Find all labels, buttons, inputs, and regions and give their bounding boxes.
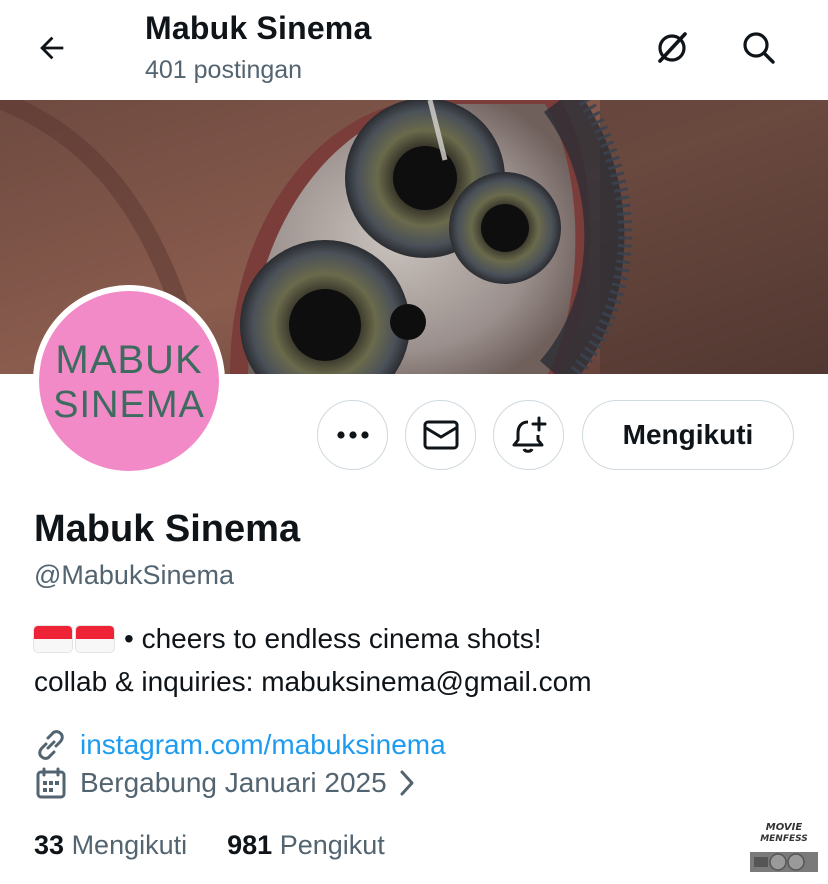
following-button[interactable]: Mengikuti [582,400,794,470]
more-options-button[interactable] [317,400,388,470]
followers-count: 981 [227,830,273,860]
search-button[interactable] [735,24,783,72]
bio-line-2: collab & inquiries: mabuksinema@gmail.co… [34,666,592,697]
grok-button[interactable] [648,24,696,72]
profile-avatar[interactable]: MABUK SINEMA [33,285,225,477]
calendar-icon [34,766,68,800]
link-icon [34,728,68,762]
following-stat[interactable]: 33 Mengikuti [34,830,187,861]
following-label: Mengikuti [71,830,188,860]
back-arrow-icon [40,36,64,60]
profile-stats: 33 Mengikuti 981 Pengikut [34,830,425,861]
chevron-right-icon [399,769,415,797]
envelope-icon [423,420,458,450]
indonesia-flag-icon [76,626,114,652]
header-title: Mabuk Sinema [145,10,372,46]
singapore-flag-icon [34,626,72,652]
back-button[interactable] [30,26,74,70]
bell-plus-icon [512,416,546,453]
bio-line-1: • cheers to endless cinema shots! [34,623,542,655]
bio-text-1: • cheers to endless cinema shots! [124,623,542,654]
message-button[interactable] [405,400,476,470]
header-post-count: 401 postingan [145,56,303,84]
avatar-logo: MABUK SINEMA [39,291,219,471]
movie-menfess-watermark: MOVIE MENFESS [748,810,820,876]
profile-link-row: instagram.com/mabuksinema [34,728,446,762]
profile-header: Mabuk Sinema 401 postingan [0,0,828,100]
watermark-line2: MENFESS [760,834,808,844]
watermark-line1: MOVIE [766,822,803,833]
profile-name: Mabuk Sinema [34,508,301,550]
notify-button[interactable] [493,400,564,470]
join-date-row[interactable]: Bergabung Januari 2025 [34,766,415,800]
avatar-text-line1: MABUK [55,338,202,382]
join-date-text: Bergabung Januari 2025 [80,767,387,798]
avatar-text-line2: SINEMA [53,384,205,426]
profile-handle: @MabukSinema [34,560,234,590]
following-count: 33 [34,830,65,860]
followers-label: Pengikut [279,830,385,860]
search-icon [743,32,775,64]
more-horizontal-icon [336,431,369,439]
followers-stat[interactable]: 981 Pengikut [227,830,385,861]
grok-icon [658,32,687,63]
profile-website-link[interactable]: instagram.com/mabuksinema [80,729,446,761]
